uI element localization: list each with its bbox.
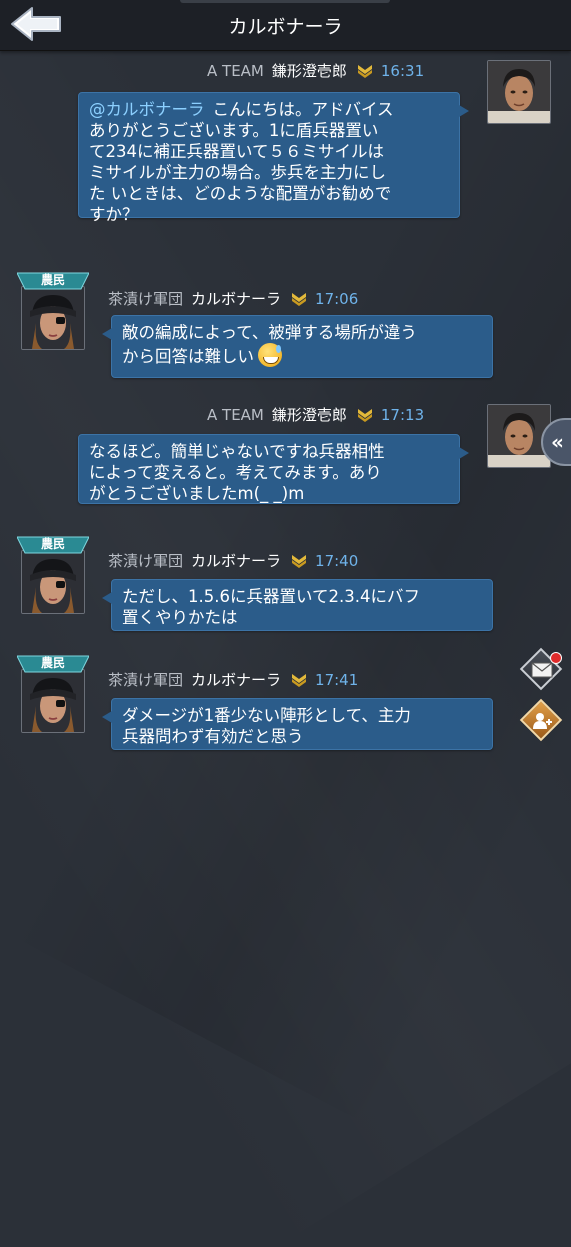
message-line: て234に補正兵器置いて５６ミサイルは <box>89 142 384 161</box>
message-line: ありがとうございます。1に盾兵器置い <box>89 121 379 140</box>
message-line: ダメージが1番少ない陣形として、主力 <box>122 706 411 725</box>
chevron-rank-icon <box>292 293 307 306</box>
chevron-rank-icon <box>357 65 372 78</box>
message-time: 17:06 <box>315 290 359 308</box>
female-soldier-avatar-portrait <box>22 670 84 732</box>
sender-name: 鎌形澄壱郎 <box>271 62 347 80</box>
message-time: 17:13 <box>380 406 425 424</box>
message-bubble: ただし、1.5.6に兵器置いて2.3.4にバフ 置くやりかたは <box>102 579 493 631</box>
mail-icon <box>531 662 553 678</box>
avatar[interactable] <box>21 550 85 614</box>
sender-team: 茶漬け軍団 <box>108 671 184 689</box>
grinning-sweat-emoji-icon <box>258 343 282 367</box>
female-soldier-avatar-portrait <box>22 551 84 613</box>
sender-name: カルボナーラ <box>191 290 282 308</box>
message-meta: 茶漬け軍団 カルボナーラ 17:40 <box>108 550 358 571</box>
chat-header: カルボナーラ <box>0 0 571 51</box>
female-soldier-avatar-portrait <box>22 287 84 349</box>
message-bubble: なるほど。簡単じゃないですね兵器相性 によって変えると。考えてみます。あり がと… <box>78 434 469 504</box>
message-meta: 茶漬け軍団 カルボナーラ 17:41 <box>108 669 358 690</box>
sender-team: A TEAM <box>207 62 264 80</box>
rank-badge-label: 農民 <box>40 537 65 551</box>
rank-badge-label: 農民 <box>40 656 65 670</box>
male-avatar-portrait <box>488 61 550 123</box>
chevron-rank-icon <box>292 674 307 687</box>
message-meta: A TEAM 鎌形澄壱郎 17:13 <box>207 404 424 425</box>
message-line: すか？ <box>89 205 139 224</box>
add-friend-button[interactable] <box>519 698 563 742</box>
message-line: 置くやりかたは <box>122 608 238 627</box>
page-title: カルボナーラ <box>228 16 343 38</box>
message-bubble: @カルボナーラ こんにちは。アドバイス ありがとうございます。1に盾兵器置い て2… <box>78 92 469 224</box>
message-text: から回答は難しい <box>122 347 254 366</box>
chevron-rank-icon <box>357 409 372 422</box>
message-line: なるほど。簡単じゃないですね兵器相性 <box>89 442 385 461</box>
message-line: た いときは、どのような配置がお勧めで <box>89 184 392 203</box>
sender-name: カルボナーラ <box>191 552 282 570</box>
chevron-rank-icon <box>292 555 307 568</box>
avatar[interactable] <box>21 286 85 350</box>
notification-dot <box>550 652 562 664</box>
message-line: がとうございましたm(_ _)m <box>89 484 305 503</box>
message-meta: 茶漬け軍団 カルボナーラ 17:06 <box>108 288 358 309</box>
message-meta: A TEAM 鎌形澄壱郎 16:31 <box>207 60 424 81</box>
sender-name: カルボナーラ <box>191 671 282 689</box>
message-line: ミサイルが主力の場合。歩兵を主力にし <box>89 163 386 182</box>
avatar[interactable] <box>487 60 551 124</box>
message-time: 16:31 <box>380 62 425 80</box>
add-friend-icon <box>533 713 552 729</box>
sender-team: 茶漬け軍団 <box>108 290 184 308</box>
message-time: 17:41 <box>315 671 359 689</box>
double-chevron-left-icon: « <box>551 430 564 454</box>
message-bubble: 敵の編成によって、被弾する場所が違う から回答は難しい <box>102 315 493 378</box>
message-line: から回答は難しい <box>122 343 482 367</box>
header-notch <box>180 0 390 3</box>
message-line: 兵器問わず有効だと思う <box>122 727 304 746</box>
message-line: @カルボナーラ こんにちは。アドバイス <box>89 99 449 120</box>
message-line: ただし、1.5.6に兵器置いて2.3.4にバフ <box>122 587 420 606</box>
message-line: によって変えると。考えてみます。あり <box>89 463 382 482</box>
sender-team: A TEAM <box>207 406 264 424</box>
mail-button[interactable] <box>519 647 563 691</box>
message-bubble: ダメージが1番少ない陣形として、主力 兵器問わず有効だと思う <box>102 698 493 750</box>
sender-team: 茶漬け軍団 <box>108 552 184 570</box>
rank-badge-label: 農民 <box>40 273 65 287</box>
sender-name: 鎌形澄壱郎 <box>271 406 347 424</box>
message-text: こんにちは。アドバイス <box>212 100 394 119</box>
mention-link[interactable]: @カルボナーラ <box>89 100 205 119</box>
avatar[interactable] <box>21 669 85 733</box>
message-line: 敵の編成によって、被弾する場所が違う <box>122 323 417 342</box>
message-time: 17:40 <box>315 552 359 570</box>
